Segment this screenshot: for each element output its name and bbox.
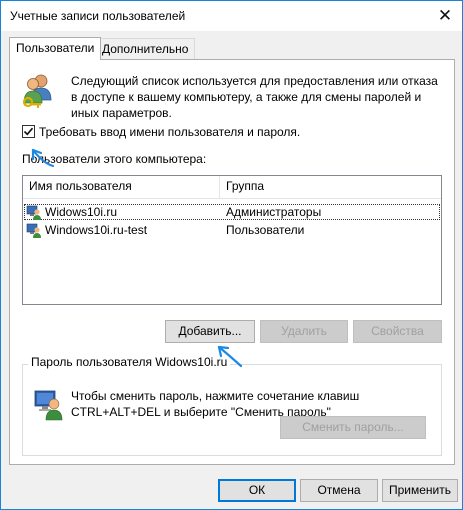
column-header-group[interactable]: Группа bbox=[220, 176, 441, 198]
user-account-icon bbox=[26, 205, 41, 220]
users-keys-icon bbox=[22, 74, 52, 108]
apply-button[interactable]: Применить bbox=[382, 479, 458, 502]
cancel-button[interactable]: Отмена bbox=[300, 479, 378, 502]
require-login-label[interactable]: Требовать ввод имени пользователя и паро… bbox=[39, 125, 300, 139]
table-row[interactable]: Widows10i.ru Администраторы bbox=[23, 203, 441, 221]
require-login-checkbox[interactable] bbox=[22, 125, 35, 138]
close-icon: ✕ bbox=[437, 6, 453, 25]
close-button[interactable]: ✕ bbox=[428, 1, 462, 31]
title-bar[interactable]: Учетные записи пользователей ✕ bbox=[1, 1, 462, 31]
column-header-username[interactable]: Имя пользователя bbox=[23, 176, 219, 198]
row-username: Widows10i.ru bbox=[45, 205, 118, 219]
table-row[interactable]: Windows10i.ru-test Пользователи bbox=[23, 221, 441, 239]
user-accounts-window: Учетные записи пользователей ✕ Пользоват… bbox=[0, 0, 463, 510]
remove-user-button[interactable]: Удалить bbox=[260, 320, 348, 343]
users-listview[interactable]: Имя пользователя Группа Widows10i.ru Адм… bbox=[22, 175, 442, 305]
properties-button[interactable]: Свойства bbox=[353, 320, 442, 343]
tab-users[interactable]: Пользователи bbox=[9, 37, 102, 60]
user-computer-icon bbox=[34, 390, 63, 421]
checkmark-icon bbox=[23, 127, 34, 136]
change-password-button[interactable]: Сменить пароль... bbox=[280, 416, 426, 439]
row-group: Пользователи bbox=[226, 223, 305, 237]
row-group: Администраторы bbox=[226, 205, 322, 219]
users-list-label: Пользователи этого компьютера: bbox=[22, 152, 207, 166]
users-tab-panel: Следующий список используется для предос… bbox=[9, 59, 455, 465]
add-user-button[interactable]: Добавить... bbox=[165, 320, 255, 343]
user-account-icon bbox=[26, 223, 41, 238]
tab-advanced[interactable]: Дополнительно bbox=[95, 38, 196, 60]
info-text: Следующий список используется для предос… bbox=[71, 74, 438, 120]
row-username: Windows10i.ru-test bbox=[45, 223, 148, 237]
password-group-title: Пароль пользователя Widows10i.ru bbox=[28, 355, 231, 369]
ok-button[interactable]: ОК bbox=[218, 479, 296, 502]
listview-header: Имя пользователя Группа bbox=[23, 176, 441, 199]
window-title: Учетные записи пользователей bbox=[10, 9, 186, 23]
